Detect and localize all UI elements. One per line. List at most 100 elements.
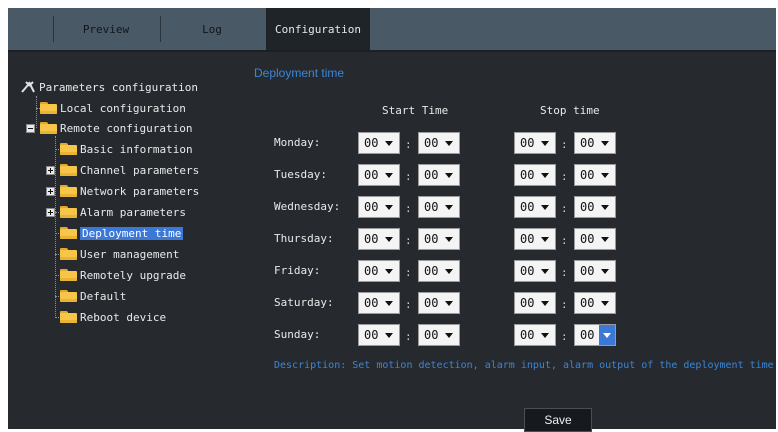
tree-item-remote-configuration[interactable]: Remote configuration xyxy=(26,119,192,137)
chevron-down-icon xyxy=(385,269,393,274)
app-window: Preview Log Configuration Parameters con… xyxy=(8,8,776,432)
folder-icon xyxy=(60,248,77,260)
select-value: 00 xyxy=(364,264,379,278)
select-value: 00 xyxy=(580,136,595,150)
select-value: 00 xyxy=(424,264,439,278)
start-minute-select[interactable]: 00 xyxy=(418,324,460,346)
start-minute-select[interactable]: 00 xyxy=(418,132,460,154)
select-value: 00 xyxy=(580,200,595,214)
tree-root-parameters-configuration[interactable]: Parameters configuration xyxy=(20,78,198,96)
tree-item-channel-parameters[interactable]: Channel parameters xyxy=(46,161,199,179)
select-value: 00 xyxy=(424,168,439,182)
tree-item-label: Deployment time xyxy=(80,226,184,240)
tools-icon xyxy=(20,80,36,94)
time-separator: : xyxy=(561,202,568,215)
chevron-down-icon xyxy=(601,269,609,274)
start-hour-select[interactable]: 00 xyxy=(358,132,400,154)
stop-hour-select[interactable]: 00 xyxy=(514,164,556,186)
stop-hour-select[interactable]: 00 xyxy=(514,324,556,346)
tree-item-reboot-device[interactable]: Reboot device xyxy=(60,308,166,326)
stop-hour-select[interactable]: 00 xyxy=(514,132,556,154)
tree-item-label: Alarm parameters xyxy=(80,205,186,219)
select-value: 00 xyxy=(364,232,379,246)
stop-hour-select[interactable]: 00 xyxy=(514,292,556,314)
select-value: 00 xyxy=(520,136,535,150)
start-hour-select[interactable]: 00 xyxy=(358,292,400,314)
tree-item-network-parameters[interactable]: Network parameters xyxy=(46,182,199,200)
start-hour-select[interactable]: 00 xyxy=(358,260,400,282)
time-separator: : xyxy=(405,202,412,215)
time-separator: : xyxy=(405,330,412,343)
select-value: 00 xyxy=(424,232,439,246)
tree-item-deployment-time[interactable]: Deployment time xyxy=(60,224,184,242)
start-hour-select[interactable]: 00 xyxy=(358,324,400,346)
start-minute-select[interactable]: 00 xyxy=(418,196,460,218)
tree-item-label: Default xyxy=(80,289,127,303)
start-hour-select[interactable]: 00 xyxy=(358,164,400,186)
tree-item-alarm-parameters[interactable]: Alarm parameters xyxy=(46,203,186,221)
stop-hour-select[interactable]: 00 xyxy=(514,260,556,282)
tree-root-label: Parameters configuration xyxy=(39,80,198,94)
select-value: 00 xyxy=(364,200,379,214)
select-value: 00 xyxy=(580,264,595,278)
start-hour-select[interactable]: 00 xyxy=(358,196,400,218)
stop-minute-select[interactable]: 00 xyxy=(574,196,616,218)
collapse-icon[interactable] xyxy=(26,123,35,133)
tree-item-default[interactable]: Default xyxy=(60,287,126,305)
tree-item-label: Basic information xyxy=(80,142,193,156)
stop-minute-select[interactable]: 00 xyxy=(574,228,616,250)
chevron-down-icon xyxy=(601,301,609,306)
tree-item-label: Remote configuration xyxy=(60,121,193,135)
tab-configuration[interactable]: Configuration xyxy=(266,8,370,50)
stop-hour-select[interactable]: 00 xyxy=(514,196,556,218)
chevron-down-icon xyxy=(385,205,393,210)
start-minute-select[interactable]: 00 xyxy=(418,292,460,314)
chevron-down-icon xyxy=(445,237,453,242)
tab-log[interactable]: Log xyxy=(161,8,263,50)
time-separator: : xyxy=(561,330,568,343)
tree-item-basic-information[interactable]: Basic information xyxy=(60,140,193,158)
stop-minute-select[interactable]: 00 xyxy=(574,132,616,154)
tree-item-label: Local configuration xyxy=(60,101,186,115)
stop-minute-select[interactable]: 00 xyxy=(574,260,616,282)
tree-item-remotely-upgrade[interactable]: Remotely upgrade xyxy=(60,266,186,284)
tree-item-user-management[interactable]: User management xyxy=(60,245,179,263)
save-button[interactable]: Save xyxy=(524,408,592,432)
chevron-down-icon xyxy=(445,205,453,210)
time-separator: : xyxy=(561,266,568,279)
chevron-down-icon xyxy=(601,141,609,146)
tree-item-local-configuration[interactable]: Local configuration xyxy=(40,99,186,117)
chevron-down-icon xyxy=(541,269,549,274)
time-separator: : xyxy=(561,298,568,311)
select-value: 00 xyxy=(520,232,535,246)
select-value: 00 xyxy=(580,168,595,182)
tree-item-label: Reboot device xyxy=(80,310,167,324)
tree-item-label: Channel parameters xyxy=(80,163,200,177)
tab-preview[interactable]: Preview xyxy=(54,8,158,50)
time-separator: : xyxy=(405,170,412,183)
stop-minute-select[interactable]: 00 xyxy=(574,164,616,186)
chevron-down-icon xyxy=(385,237,393,242)
stop-hour-select[interactable]: 00 xyxy=(514,228,556,250)
chevron-down-icon xyxy=(603,333,611,338)
top-navigation-bar: Preview Log Configuration xyxy=(8,8,776,52)
folder-icon xyxy=(60,227,77,239)
start-minute-select[interactable]: 00 xyxy=(418,164,460,186)
select-value: 00 xyxy=(520,296,535,310)
time-separator: : xyxy=(561,234,568,247)
expand-icon[interactable] xyxy=(46,186,55,196)
stop-minute-select[interactable]: 00 xyxy=(574,292,616,314)
select-value: 00 xyxy=(364,328,379,342)
folder-icon xyxy=(40,102,57,114)
start-minute-select[interactable]: 00 xyxy=(418,260,460,282)
chevron-down-icon xyxy=(445,141,453,146)
start-minute-select[interactable]: 00 xyxy=(418,228,460,250)
expand-icon[interactable] xyxy=(46,207,55,217)
expand-icon[interactable] xyxy=(46,165,55,175)
day-label: Tuesday: xyxy=(274,168,327,181)
tree-item-label: Network parameters xyxy=(80,184,200,198)
stop-minute-select[interactable]: 00 xyxy=(574,324,616,346)
chevron-down-icon xyxy=(385,173,393,178)
select-value: 00 xyxy=(520,264,535,278)
start-hour-select[interactable]: 00 xyxy=(358,228,400,250)
